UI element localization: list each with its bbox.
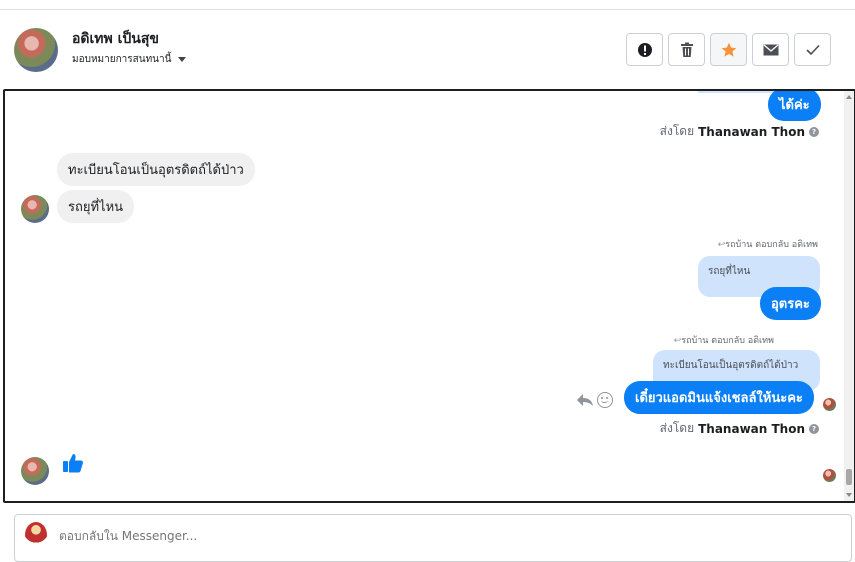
- message-bubble-outgoing[interactable]: อุตรคะ: [760, 287, 821, 320]
- sent-by-line: ส่งโดย Thanawan Thon ?: [660, 419, 819, 438]
- star-button[interactable]: [710, 33, 747, 66]
- thumbs-up-icon: [62, 452, 84, 478]
- sent-by-name: Thanawan Thon: [698, 421, 805, 436]
- conversation-header: อดิเทพ เป็นสุข มอบหมายการสนทนานี้: [0, 10, 855, 90]
- scroll-up-icon[interactable]: [846, 95, 852, 99]
- star-icon: [721, 42, 736, 57]
- emoji-reaction-icon[interactable]: [597, 392, 613, 408]
- contact-avatar[interactable]: [14, 28, 58, 72]
- contact-avatar-small: [21, 457, 49, 485]
- envelope-icon: [763, 44, 778, 55]
- sent-by-prefix: ส่งโดย: [659, 124, 695, 138]
- mark-done-button[interactable]: [794, 33, 831, 66]
- help-icon[interactable]: ?: [809, 423, 819, 434]
- thread-scrollbar[interactable]: [844, 91, 854, 501]
- help-icon[interactable]: ?: [809, 126, 819, 137]
- sent-by-prefix: ส่งโดย: [659, 421, 695, 435]
- scroll-thumb[interactable]: [846, 469, 852, 485]
- sent-by-line: ส่งโดย Thanawan Thon ?: [660, 122, 819, 141]
- top-border: [0, 0, 855, 10]
- conversation-toolbar: [626, 33, 831, 66]
- reply-label: ↩รถบ้าน ตอบกลับ อดิเทพ: [674, 333, 774, 347]
- sent-by-name: Thanawan Thon: [698, 124, 805, 139]
- seen-avatar: [823, 398, 836, 411]
- mark-unread-button[interactable]: [752, 33, 789, 66]
- chevron-down-icon: [178, 57, 187, 62]
- assign-dropdown[interactable]: มอบหมายการสนทนานี้: [72, 52, 187, 67]
- exclamation-icon: [637, 42, 652, 57]
- assign-label: มอบหมายการสนทนานี้: [72, 54, 172, 65]
- reply-label-text: รถบ้าน ตอบกลับ อดิเทพ: [725, 240, 818, 250]
- check-icon: [805, 44, 820, 55]
- reply-composer[interactable]: [14, 514, 852, 562]
- contact-avatar-small: [21, 195, 49, 223]
- message-bubble-incoming[interactable]: ทะเบียนโอนเป็นอุตรดิตถ์ได้ป่าว: [57, 153, 255, 186]
- reply-label: ↩รถบ้าน ตอบกลับ อดิเทพ: [718, 237, 818, 251]
- message-thread[interactable]: ได้ค่ะ ส่งโดย Thanawan Thon ? ทะเบียนโอน…: [3, 89, 855, 503]
- contact-name[interactable]: อดิเทพ เป็นสุข: [72, 28, 159, 50]
- seen-avatar: [823, 469, 836, 482]
- reply-input[interactable]: [59, 529, 759, 543]
- message-bubble-incoming[interactable]: รถยุที่ไหน: [57, 190, 135, 223]
- mark-spam-button[interactable]: [626, 33, 663, 66]
- trash-icon: [680, 42, 693, 57]
- scroll-down-icon[interactable]: [846, 493, 852, 497]
- reply-label-text: รถบ้าน ตอบกลับ อดิเทพ: [681, 336, 774, 346]
- page-avatar: [25, 522, 47, 548]
- message-bubble-outgoing[interactable]: ได้ค่ะ: [768, 91, 821, 121]
- reply-icon[interactable]: [576, 392, 594, 411]
- message-bubble-outgoing[interactable]: เดี๋ยวแอดมินแจ้งเชลล์ให้นะคะ: [624, 381, 814, 414]
- delete-button[interactable]: [668, 33, 705, 66]
